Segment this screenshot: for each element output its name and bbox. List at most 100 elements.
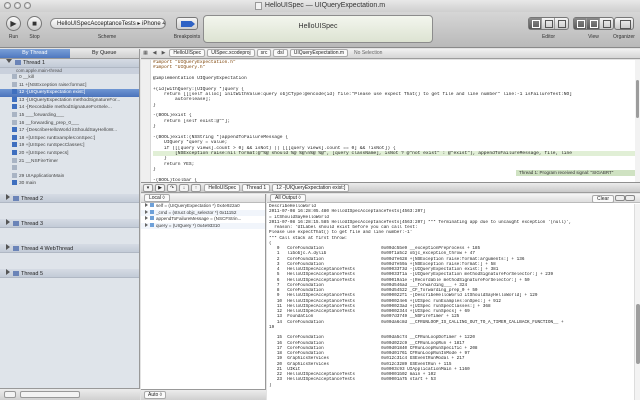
disclosure-open-icon[interactable] [6, 59, 12, 63]
breakpoints-button[interactable] [176, 17, 198, 30]
standard-editor-icon[interactable] [529, 18, 542, 29]
code-text[interactable]: #import "UIQueryExpectation.h" #import "U… [153, 60, 640, 182]
continue-icon[interactable]: ▶ [155, 183, 165, 192]
debug-crumb[interactable]: Thread 1 [242, 183, 271, 192]
variables-mode-popup[interactable]: Auto ◊ [144, 391, 167, 399]
jump-bar: ▦ ◀ ▶ HelloUISpec UISpec.xcodeproj src dsl UIQ… [141, 49, 640, 59]
thread-row[interactable]: Thread 4 WebThread [0, 243, 139, 253]
variable-row[interactable]: query = (UIQuery *) 0x4e93310 [141, 222, 265, 229]
assistant-editor-icon[interactable] [542, 18, 555, 29]
console-line: ) [269, 382, 272, 388]
debug-area-toggle-icon[interactable] [587, 18, 600, 29]
jump-crumb[interactable]: UISpec.xcodeproj [207, 49, 255, 57]
scroll-thumb[interactable] [636, 80, 639, 118]
jump-selection[interactable]: No Selection [354, 50, 382, 56]
disclosure-closed-icon[interactable] [6, 243, 10, 250]
jump-crumb[interactable]: dsl [273, 49, 288, 57]
xcode-window: HelloUISpec — UIQueryExpectation.m ▶ Run… [0, 0, 640, 400]
stack-frame-row[interactable]: 18 +[UISpec runExamples:onSpec:] [0, 134, 139, 143]
thread-1-row[interactable]: Thread 1 [0, 59, 139, 68]
stack-frame-row[interactable] [0, 165, 139, 173]
disclosure-closed-icon[interactable] [6, 268, 10, 275]
run-button[interactable]: ▶ [6, 16, 21, 31]
editor-scrollbar[interactable] [635, 60, 640, 182]
thread-label: Thread 2 [21, 195, 44, 202]
split-view-icon[interactable] [615, 195, 625, 201]
disclosure-closed-icon[interactable] [145, 216, 148, 220]
minimize-window-button[interactable] [14, 2, 21, 9]
debug-crumb[interactable]: 12 -[UIQueryExpectation exist:] [272, 183, 350, 192]
related-items-icon[interactable]: ▦ [141, 49, 150, 58]
stack-frame-row[interactable]: 11 +[NSException raise:format:] [0, 81, 139, 90]
console-scrollbar[interactable] [634, 204, 640, 400]
thread-icon [15, 60, 21, 65]
disclosure-closed-icon[interactable] [145, 203, 148, 207]
variables-header: Local ◊ [141, 194, 265, 203]
scheme-popup[interactable]: HelloUISpecAcceptanceTests ▸ iPhone 4.3 … [50, 18, 166, 29]
editor-gutter[interactable] [141, 60, 151, 182]
disclosure-closed-icon[interactable] [6, 193, 10, 200]
stack-frame-row[interactable]: 16 __forwarding_prep_0___ [0, 119, 139, 128]
view-control[interactable] [573, 17, 614, 30]
thread-row[interactable]: Thread 2 [0, 193, 139, 203]
stack-frame-row[interactable]: 0 __kill [0, 74, 139, 82]
compression-slider[interactable] [20, 391, 80, 398]
step-out-icon[interactable]: ↑ [191, 183, 201, 192]
variables-view: Local ◊ self = (UIQueryExpectation *) 0x… [141, 194, 266, 400]
show-only-crashed-toggle[interactable] [4, 391, 16, 398]
user-frame-icon [12, 180, 17, 186]
stack-frame-label: 0 __kill [19, 75, 34, 80]
hide-debug-area-icon[interactable]: ▾ [143, 183, 153, 192]
debug-crumb[interactable]: HelloUISpec [204, 183, 241, 192]
stop-icon: ■ [32, 19, 37, 28]
system-frame-icon [12, 81, 17, 87]
jump-crumb[interactable]: UIQueryExpectation.m [289, 49, 349, 57]
utilities-toggle-icon[interactable] [600, 18, 613, 29]
navigator-toggle-icon[interactable] [574, 18, 587, 29]
stack-frame-row[interactable]: 17 -[DescribeHelloWorld itShouldSayHello… [0, 127, 139, 135]
tab-by-thread[interactable]: By Thread [0, 49, 70, 58]
stack-frame-row[interactable]: 13 -[UIQueryExpectation methodSignatureF… [0, 96, 139, 105]
window-title-text: HelloUISpec — UIQueryExpectation.m [264, 2, 386, 9]
scroll-thumb[interactable] [636, 304, 640, 364]
stack-frame-row[interactable]: 30 main [0, 180, 139, 188]
source-editor[interactable]: #import "UIQueryExpectation.h" #import "U… [141, 60, 640, 182]
editor-mode-control[interactable] [528, 17, 569, 30]
zoom-window-button[interactable] [24, 2, 31, 9]
stack-frame-row[interactable]: 29 UIApplicationMain [0, 172, 139, 181]
tab-by-queue[interactable]: By Queue [70, 49, 140, 58]
stack-frame-row[interactable]: 21 __NSFireTimer [0, 157, 139, 166]
play-icon: ▶ [10, 19, 17, 28]
stack-frame-row[interactable]: 14 -[Recordable methodSignatureForSele..… [0, 104, 139, 112]
back-arrow-icon[interactable]: ◀ [150, 49, 159, 58]
organizer-button[interactable] [614, 17, 634, 30]
stack-frame-row[interactable]: 19 +[UISpec runSpecClasses:] [0, 142, 139, 150]
clear-console-button[interactable]: Clear [592, 195, 614, 203]
close-window-button[interactable] [4, 2, 11, 9]
forward-arrow-icon[interactable]: ▶ [159, 49, 168, 58]
jump-crumb[interactable]: src [256, 49, 272, 57]
console-output-filter[interactable]: All Output ◊ [270, 194, 306, 202]
jump-crumb[interactable]: HelloUISpec [169, 49, 206, 57]
step-in-icon[interactable]: ↓ [179, 183, 189, 192]
console-log[interactable]: DescribeHelloWorld 2011-07-08 16:28:05.48… [269, 204, 633, 398]
version-editor-icon[interactable] [555, 18, 568, 29]
console-only-icon[interactable] [625, 195, 635, 201]
step-over-icon[interactable]: ↷ [167, 183, 177, 192]
disclosure-closed-icon[interactable] [145, 209, 148, 214]
variables-scope-popup[interactable]: Local ◊ [144, 194, 170, 202]
disclosure-closed-icon[interactable] [145, 222, 148, 227]
stack-frame-row[interactable]: 20 +[UISpec runSpecs] [0, 149, 139, 158]
stack-frame-label: 15 ___forwarding___ [19, 112, 65, 118]
thread-row[interactable]: Thread 3 [0, 218, 139, 228]
editor-label: Editor [541, 34, 556, 40]
thread-row[interactable]: Thread 5 [0, 268, 139, 278]
variable-label: query = (UIQuery *) 0x4e93310 [156, 222, 220, 228]
variables-footer: Auto ◊ [141, 389, 266, 400]
disclosure-closed-icon[interactable] [6, 218, 10, 225]
stack-frame-row[interactable]: 15 ___forwarding___ [0, 111, 139, 120]
console-view[interactable]: All Output ◊ Clear DescribeHelloWorld 201… [267, 194, 640, 400]
stop-button[interactable]: ■ [27, 16, 42, 31]
stack-frame-row[interactable]: 12 -[UIQueryExpectation exist:] [0, 89, 139, 97]
window-title: HelloUISpec — UIQueryExpectation.m [254, 0, 386, 12]
